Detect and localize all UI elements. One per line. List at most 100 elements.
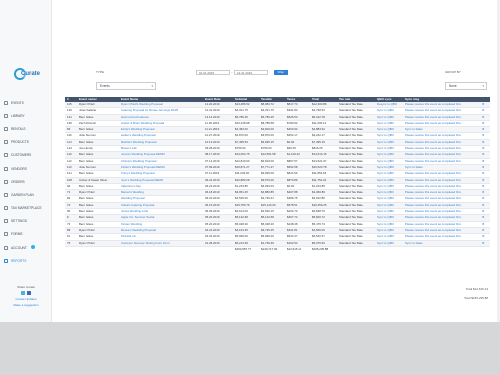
curate-logo[interactable]: Curate bbox=[10, 67, 42, 87]
cell-event-name[interactable]: Tracy's Wedding Proposal bbox=[121, 171, 204, 177]
date-from-input[interactable]: 01.01.2019 bbox=[196, 70, 230, 75]
cell-sync-msg[interactable]: Please resolve this event as completed f… bbox=[405, 178, 481, 184]
cell-event-name[interactable]: Hellen's Wedding Proposal bbox=[121, 133, 204, 139]
cell-event-name[interactable]: Amber & Brian Wedding Proposal bbox=[121, 121, 204, 127]
cell-event-name[interactable]: Pinfolds Inc bbox=[121, 234, 204, 240]
cell-event-name[interactable]: Rachel's Wedding Proposal bbox=[121, 140, 204, 146]
cell-qbo-sync[interactable]: Sync to QBO bbox=[377, 121, 404, 127]
cell-event-name[interactable]: Catering Proposal for Renee Jennings 02/… bbox=[121, 108, 204, 114]
sidebar-item-settings[interactable]: SETTINGS bbox=[0, 215, 52, 228]
group-by-select[interactable]: None ▾ bbox=[445, 82, 487, 90]
delete-icon[interactable]: ✕ bbox=[482, 171, 489, 177]
cell-qbo-sync[interactable]: Sync to QBO bbox=[377, 115, 404, 121]
delete-icon[interactable]: ✕ bbox=[482, 209, 489, 215]
cell-event-name[interactable]: Jenna's Wedding Proposal DEMO bbox=[121, 152, 204, 158]
cell-event-name[interactable]: Harmonized Features bbox=[121, 115, 204, 121]
cell-sync-msg[interactable]: Sync to Sales bbox=[405, 127, 481, 133]
type-select[interactable]: Events ▾ bbox=[96, 82, 156, 90]
cell-sync-msg[interactable]: Please resolve this event as completed f… bbox=[405, 171, 481, 177]
sidebar-item-garden-plan[interactable]: GARDEN PLAN bbox=[0, 188, 52, 201]
cell-qbo-sync[interactable]: Sync to QBO bbox=[377, 184, 404, 190]
cell-event-name[interactable]: Bosco's Lab bbox=[121, 146, 204, 152]
cell-sync-msg[interactable]: Sync to Sales bbox=[405, 165, 481, 171]
cell-sync-msg[interactable]: Please resolve this event as completed f… bbox=[405, 159, 481, 165]
cell-sync-msg[interactable]: Please resolve this event as completed f… bbox=[405, 102, 481, 108]
cell-qbo-sync[interactable]: Sync to QBO bbox=[377, 152, 404, 158]
delete-icon[interactable]: ✕ bbox=[482, 127, 489, 133]
cell-qbo-sync[interactable]: Sync to QBO bbox=[377, 159, 404, 165]
cell-qbo-sync[interactable]: Sync to QBO bbox=[377, 196, 404, 202]
cell-qbo-sync[interactable]: Sync to QBO bbox=[377, 171, 404, 177]
sidebar-item-vendors[interactable]: VENDORS bbox=[0, 162, 52, 175]
cell-qbo-sync[interactable]: Sync to QBO bbox=[377, 228, 404, 234]
cell-qbo-sync[interactable]: Sync to QBO bbox=[377, 108, 404, 114]
delete-icon[interactable]: ✕ bbox=[482, 121, 489, 127]
cell-qbo-sync[interactable]: Sync to QBO bbox=[377, 234, 404, 240]
cell-qbo-sync[interactable]: Sync to QBO bbox=[377, 133, 404, 139]
cell-sync-msg[interactable]: Sync to Sales bbox=[405, 241, 481, 247]
cell-qbo-sync[interactable]: Sync to QBO bbox=[377, 203, 404, 209]
delete-icon[interactable]: ✕ bbox=[482, 178, 489, 184]
cell-event-name[interactable]: Christy's Wedding Proposal bbox=[121, 159, 204, 165]
cell-sync-msg[interactable]: Please resolve this event as completed f… bbox=[405, 121, 481, 127]
cell-event-name[interactable]: Jenna Wedding Lofts bbox=[121, 209, 204, 215]
sidebar-item-tax-marketplace[interactable]: TAX MARKETPLACE bbox=[0, 202, 52, 215]
facebook-icon[interactable] bbox=[27, 291, 31, 295]
cell-sync-msg[interactable]: Please resolve this event as completed f… bbox=[405, 108, 481, 114]
delete-icon[interactable]: ✕ bbox=[482, 159, 489, 165]
twitter-icon[interactable] bbox=[21, 291, 25, 295]
cell-qbo-sync[interactable]: Sync to QBO bbox=[377, 190, 404, 196]
delete-icon[interactable]: ✕ bbox=[482, 196, 489, 202]
sidebar-item-products[interactable]: PRODUCTS bbox=[0, 136, 52, 149]
cell-sync-msg[interactable]: Please resolve this event as completed f… bbox=[405, 184, 481, 190]
delete-icon[interactable]: ✕ bbox=[482, 228, 489, 234]
delete-icon[interactable]: ✕ bbox=[482, 184, 489, 190]
cell-sync-msg[interactable]: Please resolve this event as completed f… bbox=[405, 115, 481, 121]
delete-icon[interactable]: ✕ bbox=[482, 190, 489, 196]
make-suggestion-link[interactable]: Make a suggestion bbox=[0, 303, 52, 307]
cell-qbo-sync[interactable]: Sync to QBO bbox=[377, 178, 404, 184]
delete-icon[interactable]: ✕ bbox=[482, 140, 489, 146]
cell-qbo-sync[interactable]: Sync to QBO bbox=[377, 209, 404, 215]
cell-qbo-sync[interactable]: Sync to QBO bbox=[377, 140, 404, 146]
delete-icon[interactable]: ✕ bbox=[482, 222, 489, 228]
delete-icon[interactable]: ✕ bbox=[482, 102, 489, 108]
cell-event-name[interactable]: Fisher's Wedding Proposal DEMO bbox=[121, 165, 204, 171]
cell-sync-msg[interactable]: Please resolve this event as completed f… bbox=[405, 222, 481, 228]
cell-qbo-sync[interactable]: Sync to QBO bbox=[377, 215, 404, 221]
cell-qbo-sync[interactable]: Sync to QBO bbox=[377, 241, 404, 247]
filter-button[interactable]: Filter bbox=[274, 70, 288, 75]
delete-icon[interactable]: ✕ bbox=[482, 146, 489, 152]
delete-icon[interactable]: ✕ bbox=[482, 165, 489, 171]
cell-sync-msg[interactable]: Please resolve this event as completed f… bbox=[405, 209, 481, 215]
sidebar-item-account[interactable]: ACCOUNT bbox=[0, 241, 52, 254]
cell-qbo-sync[interactable]: Resync to QBO bbox=[377, 102, 404, 108]
cell-event-name[interactable]: Kirsten Wedding bbox=[121, 222, 204, 228]
sidebar-item-reports[interactable]: REPORTS bbox=[0, 254, 52, 267]
cell-sync-msg[interactable]: Please resolve this event as completed f… bbox=[405, 152, 481, 158]
cell-qbo-sync[interactable]: Sync to QBO bbox=[377, 127, 404, 133]
cell-event-name[interactable]: Renee's Wedding Proposal bbox=[121, 228, 204, 234]
cell-event-name[interactable]: Classic Catering Proposal bbox=[121, 203, 204, 209]
cell-sync-msg[interactable]: Please resolve this event as completed f… bbox=[405, 234, 481, 240]
delete-icon[interactable]: ✕ bbox=[482, 234, 489, 240]
delete-icon[interactable]: ✕ bbox=[482, 115, 489, 121]
delete-icon[interactable]: ✕ bbox=[482, 108, 489, 114]
delete-icon[interactable]: ✕ bbox=[482, 152, 489, 158]
cell-event-name[interactable]: Apple Inc. Summer Social bbox=[121, 215, 204, 221]
cell-sync-msg[interactable]: Please resolve this event as completed f… bbox=[405, 203, 481, 209]
cell-sync-msg[interactable]: Please resolve this event as completed f… bbox=[405, 146, 481, 152]
cell-event-name[interactable]: Ryan O'Neil's Wedding Proposal bbox=[121, 102, 204, 108]
cell-sync-msg[interactable]: Please resolve this event as completed f… bbox=[405, 215, 481, 221]
delete-icon[interactable]: ✕ bbox=[482, 203, 489, 209]
cell-sync-msg[interactable]: Please resolve this event as completed f… bbox=[405, 133, 481, 139]
date-to-input[interactable]: 12.31.2019 bbox=[234, 70, 268, 75]
sidebar-item-rentals[interactable]: RENTALS bbox=[0, 122, 52, 135]
cell-event-name[interactable]: Cameron Success Testing Form Form bbox=[121, 241, 204, 247]
delete-icon[interactable]: ✕ bbox=[482, 133, 489, 139]
cell-event-name[interactable]: Wedding Proposal bbox=[121, 196, 204, 202]
cell-qbo-sync[interactable]: Sync to QBO bbox=[377, 222, 404, 228]
sidebar-item-library[interactable]: LIBRARY bbox=[0, 109, 52, 122]
cell-event-name[interactable]: Emily's Wedding Proposal bbox=[121, 127, 204, 133]
cell-sync-msg[interactable]: Please resolve this event as completed f… bbox=[405, 228, 481, 234]
